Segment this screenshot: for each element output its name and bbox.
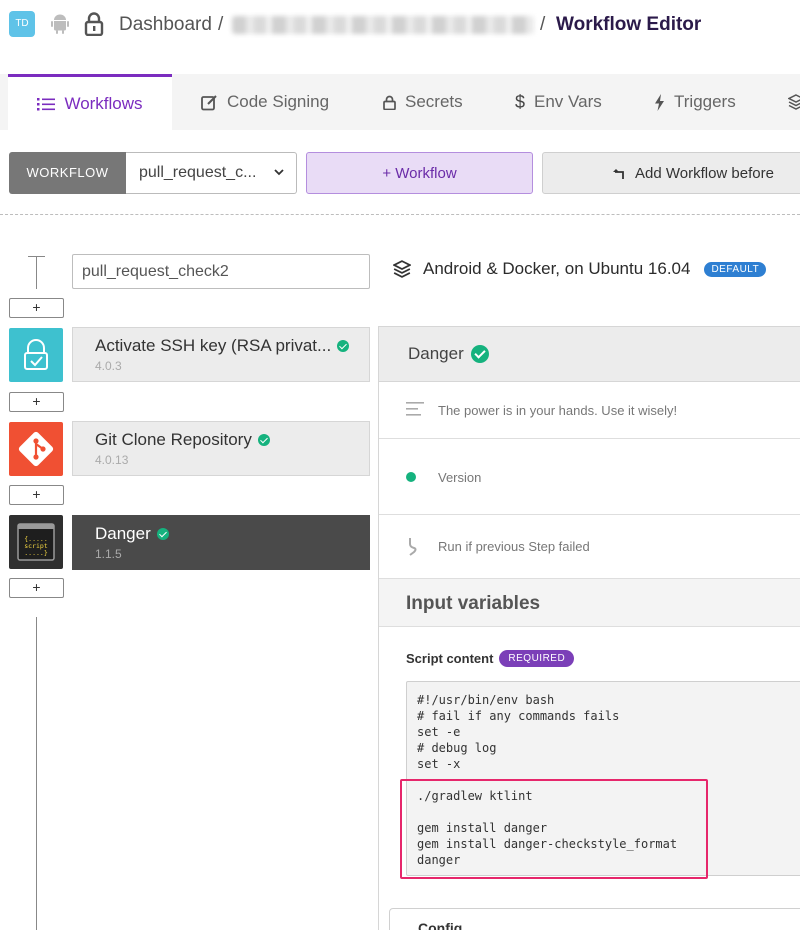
- branch-icon: [409, 538, 417, 556]
- tab-stack[interactable]: [788, 74, 800, 130]
- required-badge: REQUIRED: [499, 650, 575, 667]
- step-title-row: Danger: [95, 524, 169, 544]
- svg-text:.....}: .....}: [24, 549, 48, 557]
- config-label: Config: [418, 920, 463, 930]
- step-description: The power is in your hands. Use it wisel…: [438, 403, 678, 418]
- verified-check-icon: [257, 434, 270, 446]
- step-version: 1.1.5: [95, 547, 122, 561]
- add-workflow-label: + Workflow: [382, 164, 457, 182]
- run-if-failed-label: Run if previous Step failed: [438, 539, 590, 554]
- git-icon[interactable]: [9, 422, 63, 476]
- tab-triggers[interactable]: Triggers: [654, 74, 736, 130]
- chevron-down-icon: [274, 169, 284, 176]
- breadcrumb-dashboard[interactable]: Dashboard: [119, 13, 212, 37]
- workflow-connector-line: [36, 256, 37, 289]
- step-card-ssh-key[interactable]: Activate SSH key (RSA privat... 4.0.3: [72, 327, 370, 382]
- workflow-label: WORKFLOW: [9, 152, 126, 194]
- top-bar: TD Dashboard / / Workflow Editor: [0, 0, 800, 50]
- tab-code-signing[interactable]: Code Signing: [201, 74, 329, 130]
- stack-icon: [393, 260, 411, 278]
- android-icon: [51, 14, 69, 34]
- section-divider: [0, 214, 800, 215]
- list-icon: [37, 97, 56, 110]
- workflow-name-input[interactable]: pull_request_check2: [72, 254, 370, 289]
- step-card-git-clone[interactable]: Git Clone Repository 4.0.13: [72, 421, 370, 476]
- lock-icon: [84, 12, 104, 36]
- verified-check-icon: [337, 340, 350, 352]
- step-version: 4.0.13: [95, 453, 129, 467]
- stack-icon: [788, 94, 800, 110]
- tab-workflows[interactable]: Workflows: [8, 74, 172, 130]
- version-row[interactable]: Version: [379, 439, 800, 515]
- lock-icon: [383, 95, 396, 110]
- step-title: Activate SSH key (RSA privat...: [95, 336, 332, 355]
- breadcrumb-separator: /: [218, 14, 224, 35]
- script-icon[interactable]: {..... script .....}: [9, 515, 63, 569]
- workflow-connector-line: [36, 617, 37, 930]
- step-detail-header: Danger: [379, 326, 800, 382]
- tab-label: Secrets: [405, 92, 463, 111]
- step-title-row: Git Clone Repository: [95, 430, 270, 450]
- tab-env-vars[interactable]: $ Env Vars: [515, 74, 602, 130]
- add-workflow-button[interactable]: + Workflow: [306, 152, 533, 194]
- edit-icon: [201, 94, 217, 110]
- tab-label: Triggers: [674, 92, 736, 111]
- stack-selector[interactable]: Android & Docker, on Ubuntu 16.04 DEFAUL…: [393, 259, 767, 279]
- annotation-highlight-box: [400, 779, 708, 879]
- tab-label: Workflows: [64, 93, 143, 113]
- status-dot-icon: [406, 472, 416, 482]
- breadcrumb-separator: /: [540, 14, 546, 35]
- config-section[interactable]: Config: [389, 908, 800, 930]
- tab-secrets[interactable]: Secrets: [383, 74, 463, 130]
- text-lines-icon: [406, 402, 424, 416]
- step-detail-title[interactable]: Danger: [408, 344, 464, 364]
- step-detail-title-row: Danger: [408, 344, 489, 364]
- arrow-up-icon: [613, 168, 624, 179]
- step-card-danger[interactable]: Danger 1.1.5: [72, 515, 370, 570]
- add-step-button[interactable]: +: [9, 485, 64, 505]
- add-step-button[interactable]: +: [9, 298, 64, 318]
- run-if-failed-row[interactable]: Run if previous Step failed: [379, 515, 800, 579]
- script-content-label-row: Script content REQUIRED: [406, 650, 575, 667]
- tab-label: Code Signing: [227, 92, 330, 111]
- tab-label: Env Vars: [534, 92, 602, 111]
- stack-name: Android & Docker, on Ubuntu 16.04: [423, 259, 691, 278]
- verified-check-icon: [156, 528, 169, 540]
- page-title: Workflow Editor: [556, 14, 702, 35]
- add-step-button[interactable]: +: [9, 392, 64, 412]
- workflow-select-value: pull_request_c...: [139, 164, 257, 181]
- add-step-button[interactable]: +: [9, 578, 64, 598]
- add-workflow-before-button[interactable]: Add Workflow before: [542, 152, 800, 194]
- dollar-icon: $: [515, 91, 526, 112]
- bolt-icon: [655, 93, 664, 111]
- add-workflow-before-label: Add Workflow before: [635, 164, 774, 182]
- script-content-label: Script content: [406, 651, 494, 666]
- input-variables-title: Input variables: [406, 593, 541, 614]
- ssh-lock-icon[interactable]: [9, 328, 63, 382]
- version-label: Version: [438, 470, 482, 485]
- verified-check-icon: [470, 345, 489, 363]
- step-title: Git Clone Repository: [95, 430, 252, 449]
- avatar[interactable]: TD: [9, 11, 35, 37]
- step-title: Danger: [95, 524, 151, 543]
- tab-bar: Workflows Code Signing Secrets $ Env Var…: [0, 74, 800, 130]
- step-description-row[interactable]: The power is in your hands. Use it wisel…: [379, 382, 800, 439]
- workflow-select[interactable]: pull_request_c...: [126, 152, 297, 194]
- step-version: 4.0.3: [95, 359, 122, 373]
- default-badge: DEFAULT: [704, 261, 767, 277]
- input-variables-header: Input variables: [379, 579, 800, 627]
- breadcrumb-app-name-redacted[interactable]: [232, 16, 534, 34]
- step-title-row: Activate SSH key (RSA privat...: [95, 336, 350, 356]
